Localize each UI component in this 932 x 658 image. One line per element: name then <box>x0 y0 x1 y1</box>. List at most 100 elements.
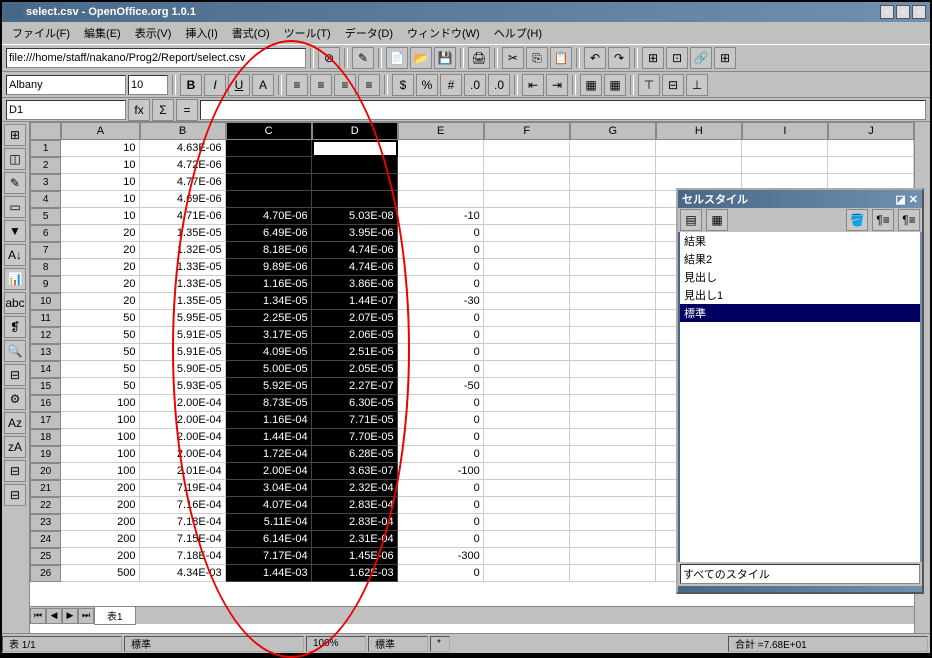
row-header[interactable]: 25 <box>30 548 61 565</box>
datasource-icon[interactable]: ⊟ <box>4 364 26 386</box>
cell[interactable]: 2.00E-04 <box>140 429 226 446</box>
save-icon[interactable]: 💾 <box>434 47 456 69</box>
cell[interactable]: 2.25E-05 <box>226 310 312 327</box>
cell[interactable]: 2.00E-04 <box>140 446 226 463</box>
cell[interactable] <box>484 361 570 378</box>
align-justify-button[interactable]: ≡ <box>358 74 380 96</box>
style-item[interactable]: 結果2 <box>680 250 920 268</box>
cell[interactable] <box>484 412 570 429</box>
currency-button[interactable]: $ <box>392 74 414 96</box>
cell[interactable]: 200 <box>61 514 139 531</box>
menu-ヘルプ[interactable]: ヘルプ(H) <box>488 23 548 43</box>
cell[interactable] <box>484 293 570 310</box>
cell[interactable]: 10 <box>61 208 139 225</box>
cell[interactable] <box>484 259 570 276</box>
cell[interactable]: 100 <box>61 395 139 412</box>
tab-prev-button[interactable]: ◀ <box>46 608 62 624</box>
cut-icon[interactable]: ✂ <box>502 47 524 69</box>
tab-first-button[interactable]: ⏮ <box>30 608 46 624</box>
cell[interactable]: 0 <box>398 276 484 293</box>
cell[interactable]: 100 <box>61 463 139 480</box>
row-header[interactable]: 14 <box>30 361 61 378</box>
row-header[interactable]: 9 <box>30 276 61 293</box>
cell[interactable] <box>226 157 312 174</box>
font-color-button[interactable]: A <box>252 74 274 96</box>
cell[interactable]: 2.00E-04 <box>140 412 226 429</box>
function-wizard-button[interactable]: fx <box>128 99 150 121</box>
cell[interactable]: -10 <box>398 208 484 225</box>
cell[interactable] <box>484 429 570 446</box>
column-header-B[interactable]: B <box>140 122 226 140</box>
align-left-button[interactable]: ≡ <box>286 74 308 96</box>
autopilot-icon[interactable]: ⚙ <box>4 388 26 410</box>
cell[interactable] <box>484 191 570 208</box>
status-insert-mode[interactable]: 標準 <box>368 636 428 652</box>
dec-decimal-button[interactable]: .0 <box>488 74 510 96</box>
cell[interactable]: 7.19E-04 <box>140 480 226 497</box>
column-header-G[interactable]: G <box>570 122 656 140</box>
cell[interactable]: 7.16E-04 <box>140 497 226 514</box>
cell[interactable]: 0 <box>398 344 484 361</box>
cell[interactable] <box>570 514 656 531</box>
cell[interactable]: 0 <box>398 531 484 548</box>
cell[interactable]: 2.51E-05 <box>312 344 398 361</box>
cell[interactable] <box>570 531 656 548</box>
cell[interactable] <box>484 242 570 259</box>
menu-編集[interactable]: 編集(E) <box>78 23 127 43</box>
cell[interactable] <box>484 208 570 225</box>
cell[interactable] <box>570 327 656 344</box>
cell[interactable] <box>484 446 570 463</box>
cell[interactable] <box>742 140 828 157</box>
row-header[interactable]: 3 <box>30 174 61 191</box>
row-header[interactable]: 17 <box>30 412 61 429</box>
tab-last-button[interactable]: ⏭ <box>78 608 94 624</box>
sort-az-icon[interactable]: Az <box>4 412 26 434</box>
row-header[interactable]: 7 <box>30 242 61 259</box>
close-button[interactable]: ◦ <box>912 5 926 19</box>
column-header-A[interactable]: A <box>61 122 139 140</box>
cell[interactable]: 2.32E-04 <box>312 480 398 497</box>
maximize-button[interactable]: ◦ <box>896 5 910 19</box>
cell[interactable]: 5.91E-05 <box>140 344 226 361</box>
cell[interactable]: 2.83E-04 <box>312 514 398 531</box>
cell[interactable]: 5.90E-05 <box>140 361 226 378</box>
align-center-button[interactable]: ≡ <box>310 74 332 96</box>
cell[interactable]: 200 <box>61 531 139 548</box>
row-header[interactable]: 18 <box>30 429 61 446</box>
cell[interactable]: 7.18E-04 <box>140 548 226 565</box>
borders-button[interactable]: ▦ <box>580 74 602 96</box>
cell[interactable] <box>484 225 570 242</box>
cell[interactable]: 0 <box>398 480 484 497</box>
cell[interactable]: 1.16E-05 <box>226 276 312 293</box>
cell[interactable]: 10 <box>61 140 139 157</box>
cell[interactable]: 3.86E-06 <box>312 276 398 293</box>
row-header[interactable]: 26 <box>30 565 61 582</box>
cell[interactable] <box>570 191 656 208</box>
align-right-button[interactable]: ≡ <box>334 74 356 96</box>
cell[interactable]: 4.72E-06 <box>140 157 226 174</box>
paste-icon[interactable]: 📋 <box>550 47 572 69</box>
navigator-icon[interactable]: ⊞ <box>642 47 664 69</box>
undo-icon[interactable]: ↶ <box>584 47 606 69</box>
row-header[interactable]: 22 <box>30 497 61 514</box>
cell[interactable]: 2.00E-04 <box>226 463 312 480</box>
cell[interactable] <box>570 412 656 429</box>
form-icon[interactable]: ▭ <box>4 196 26 218</box>
cell[interactable]: 5.00E-05 <box>226 361 312 378</box>
print-icon[interactable]: 🖨 <box>468 47 490 69</box>
cell[interactable]: 1.35E-05 <box>140 293 226 310</box>
update-style-icon[interactable]: ¶≡ <box>898 209 920 231</box>
column-header-C[interactable]: C <box>226 122 312 140</box>
cell[interactable]: 50 <box>61 378 139 395</box>
cell[interactable] <box>484 497 570 514</box>
cell[interactable] <box>484 140 570 157</box>
cell[interactable]: -30 <box>398 293 484 310</box>
insert-cells-icon[interactable]: ⊞ <box>4 124 26 146</box>
cell[interactable]: 2.07E-05 <box>312 310 398 327</box>
cell[interactable] <box>226 191 312 208</box>
ungroup-icon[interactable]: ⊟ <box>4 484 26 506</box>
menu-ファイル[interactable]: ファイル(F) <box>6 23 76 43</box>
cell[interactable]: 5.93E-05 <box>140 378 226 395</box>
cell[interactable] <box>484 565 570 582</box>
cell[interactable] <box>484 378 570 395</box>
